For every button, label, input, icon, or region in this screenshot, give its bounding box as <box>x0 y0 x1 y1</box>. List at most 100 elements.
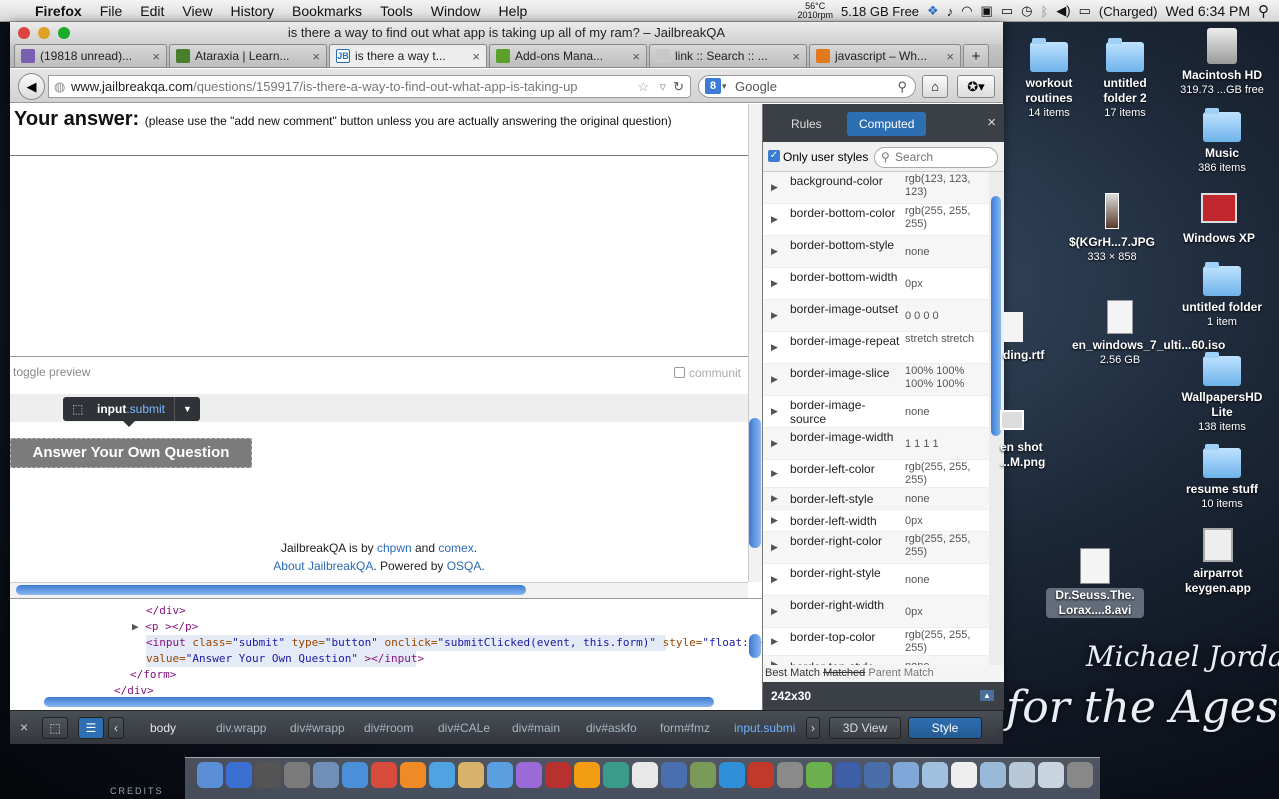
dock-app-icon[interactable] <box>342 762 368 788</box>
menu-history[interactable]: History <box>221 3 283 19</box>
menu-edit[interactable]: Edit <box>131 3 173 19</box>
search-engine-dropdown-icon[interactable]: ▾ <box>722 76 727 97</box>
expand-arrow-icon[interactable]: ▶ <box>771 214 778 225</box>
menu-help[interactable]: Help <box>490 3 537 19</box>
zoom-window-icon[interactable] <box>58 27 70 39</box>
desktop-file-avi[interactable]: Dr.Seuss.The. Lorax....8.avi <box>1046 548 1144 618</box>
computed-property-row[interactable]: ▶ border-right-style none <box>763 564 989 596</box>
breadcrumb-item[interactable]: form#fmz <box>660 719 710 737</box>
only-user-styles-checkbox[interactable]: ✓ <box>768 150 780 162</box>
expand-arrow-icon[interactable]: ▶ <box>771 406 778 417</box>
bookmarks-menu-button[interactable]: ✪▾ <box>957 75 995 98</box>
menu-clock[interactable]: Wed 6:34 PM <box>1165 3 1250 19</box>
breadcrumb-item[interactable]: div#wrapp <box>290 719 345 737</box>
desktop-app-airparrot[interactable]: airparrot keygen.app <box>1172 528 1264 596</box>
link-about[interactable]: About JailbreakQA <box>273 559 373 573</box>
computed-property-row[interactable]: ▶ border-image-outset 0 0 0 0 <box>763 300 989 332</box>
dock-app-icon[interactable] <box>400 762 426 788</box>
close-tab-icon[interactable]: × <box>472 49 480 64</box>
dock-app-icon[interactable] <box>371 762 397 788</box>
breadcrumb-item[interactable]: div.wrapp <box>216 719 266 737</box>
menu-tools[interactable]: Tools <box>371 3 422 19</box>
display-icon[interactable]: ▭ <box>1001 3 1013 19</box>
dock-app-icon[interactable] <box>197 762 223 788</box>
desktop-folder-resume[interactable]: resume stuff 10 items <box>1176 444 1268 512</box>
wifi-icon[interactable]: ◠ <box>961 3 972 19</box>
dock-app-icon[interactable] <box>719 762 745 788</box>
dock-app-icon[interactable] <box>777 762 803 788</box>
menu-app-firefox[interactable]: Firefox <box>26 3 91 19</box>
breadcrumb-item[interactable]: div#CALe <box>438 719 490 737</box>
tab-addons[interactable]: Add-ons Mana... × <box>489 44 647 67</box>
layout-toggle-icon[interactable]: ▲ <box>980 690 994 701</box>
dock-app-icon[interactable] <box>226 762 252 788</box>
dock-app-icon[interactable] <box>951 762 977 788</box>
temperature-monitor[interactable]: 56°C 2010rpm <box>797 2 833 20</box>
keyboard-icon[interactable]: ▣ <box>981 3 993 19</box>
html-panel-hscroll-thumb[interactable] <box>44 697 714 707</box>
expand-arrow-icon[interactable]: ▶ <box>771 342 778 353</box>
new-tab-button[interactable]: + <box>963 44 989 67</box>
expand-arrow-icon[interactable]: ▶ <box>771 636 778 647</box>
google-icon[interactable]: 8 <box>705 78 721 94</box>
back-button[interactable]: ◀ <box>18 73 45 100</box>
close-tab-icon[interactable]: × <box>632 49 640 64</box>
desktop-windows-xp[interactable]: Windows XP <box>1176 193 1262 246</box>
expand-arrow-icon[interactable]: ▶ <box>771 468 778 479</box>
bluetooth-icon[interactable]: ᛒ <box>1040 4 1048 19</box>
home-button[interactable]: ⌂ <box>922 75 948 98</box>
html-line-selected[interactable]: <input class="submit" type="button" oncl… <box>146 635 762 651</box>
tab-mail[interactable]: (19818 unread)... × <box>14 44 167 67</box>
dock-app-icon[interactable] <box>429 762 455 788</box>
html-line-selected[interactable]: value="Answer Your Own Question" ></inpu… <box>146 651 424 667</box>
expand-arrow-icon[interactable]: ▶ <box>771 606 778 617</box>
reload-icon[interactable]: ↻ <box>673 76 684 97</box>
breadcrumb-scroll-left[interactable]: ‹ <box>108 717 124 739</box>
expand-arrow-icon[interactable]: ▶ <box>771 278 778 289</box>
close-tab-icon[interactable]: × <box>152 49 160 64</box>
breadcrumb-item[interactable]: div#main <box>512 719 560 737</box>
link-chpwn[interactable]: chpwn <box>377 541 412 555</box>
spotlight-search-icon[interactable]: ⚲ <box>1258 2 1269 20</box>
parent-match-label[interactable]: Parent Match <box>868 667 933 679</box>
link-comex[interactable]: comex <box>438 541 473 555</box>
desktop-file-iso[interactable]: en_windows_7_ulti...60.iso 2.56 GB <box>1072 300 1225 368</box>
close-window-icon[interactable] <box>18 27 30 39</box>
expand-arrow-icon[interactable]: ▶ <box>771 542 778 553</box>
desktop-file-jpg[interactable]: $(KGrH...7.JPG 333 × 858 <box>1066 193 1158 265</box>
dock-app-icon[interactable] <box>487 762 513 788</box>
url-dropdown-icon[interactable]: ▿ <box>659 76 666 97</box>
computed-property-row[interactable]: ▶ border-left-color rgb(255, 255, 255) <box>763 460 989 488</box>
computed-property-row[interactable]: ▶ border-bottom-style none <box>763 236 989 268</box>
dock-app-icon[interactable] <box>980 762 1006 788</box>
menu-window[interactable]: Window <box>422 3 490 19</box>
page-horizontal-scroll-thumb[interactable] <box>16 585 526 595</box>
search-bar[interactable]: 8 ▾ Google ⚲ <box>698 75 916 98</box>
page-vertical-scroll-thumb[interactable] <box>749 418 761 548</box>
inspector-tooltip[interactable]: ⬚ input.submit ▼ <box>63 397 200 427</box>
answer-editor[interactable] <box>10 155 748 357</box>
expand-arrow-icon[interactable]: ▶ <box>132 620 145 633</box>
computed-property-row[interactable]: ▶ border-image-width 1 1 1 1 <box>763 428 989 460</box>
html-line[interactable]: </div> <box>146 603 186 619</box>
url-bar[interactable]: ◍ www.jailbreakqa.com/questions/159917/i… <box>48 75 691 98</box>
dock-app-icon[interactable] <box>284 762 310 788</box>
memory-free-text[interactable]: 5.18 GB Free <box>841 4 919 19</box>
dock-app-icon[interactable] <box>748 762 774 788</box>
time-machine-icon[interactable]: ◷ <box>1021 3 1032 19</box>
dock-app-icon[interactable] <box>545 762 571 788</box>
bookmark-star-icon[interactable]: ☆ <box>634 76 652 97</box>
3d-view-button[interactable]: 3D View <box>829 717 901 739</box>
dropbox-icon[interactable]: ❖ <box>927 3 939 19</box>
dock-app-icon[interactable] <box>1009 762 1035 788</box>
matched-label[interactable]: Matched <box>823 667 865 679</box>
expand-arrow-icon[interactable]: ▶ <box>771 374 778 385</box>
only-user-styles-label[interactable]: Only user styles <box>783 150 868 164</box>
computed-property-row[interactable]: ▶border-top-stylenone <box>763 656 989 665</box>
menu-bookmarks[interactable]: Bookmarks <box>283 3 371 19</box>
desktop-folder-music[interactable]: Music 386 items <box>1180 108 1264 176</box>
tab-ataraxia[interactable]: Ataraxia | Learn... × <box>169 44 327 67</box>
html-panel-vscroll-thumb[interactable] <box>749 634 761 658</box>
tab-jailbreakqa[interactable]: JB is there a way t... × <box>329 44 487 67</box>
tab-rules[interactable]: Rules <box>779 112 834 136</box>
